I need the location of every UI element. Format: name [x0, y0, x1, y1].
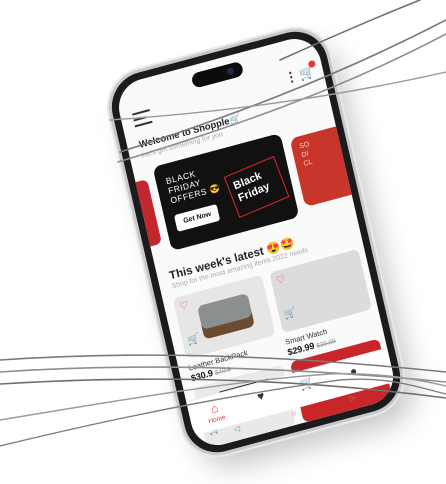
nav-favorites[interactable]: ♥	[240, 384, 282, 408]
cart-icon: 🛒	[298, 374, 316, 393]
cart-badge	[307, 59, 316, 69]
profile-icon: ●	[348, 363, 359, 379]
nav-home[interactable]: ⌂ Home	[194, 396, 238, 428]
heart-icon: ♥	[255, 388, 266, 404]
old-price: $39.99	[315, 337, 337, 350]
product-card[interactable]: ♡ 🛒 Leather BackPack $30.9$49.9	[172, 274, 281, 383]
heart-icon[interactable]: ♡	[275, 274, 286, 287]
phone-mockup: ⋮ 🛒 Welcome to Shopple🛒 Let's get someth…	[105, 24, 407, 460]
black-friday-logo: Black Friday	[223, 155, 290, 218]
more-options-icon[interactable]: ⋮	[283, 68, 299, 86]
old-price: $49.9	[214, 365, 232, 377]
promo-banner-next[interactable]: SO DI CL	[289, 123, 364, 208]
add-to-cart-icon[interactable]: 🛒	[186, 333, 201, 347]
product-card[interactable]: ♡ 🛒 Smart Watch $29.99$39.99	[269, 248, 377, 357]
promo-banner-prev[interactable]	[121, 179, 162, 251]
heart-icon[interactable]: ♡	[179, 300, 190, 313]
hamburger-menu-icon[interactable]	[132, 109, 153, 131]
phone-screen: ⋮ 🛒 Welcome to Shopple🛒 Let's get someth…	[113, 32, 399, 452]
nav-cart[interactable]: 🛒	[286, 372, 328, 396]
recent-apps-icon[interactable]: ▷	[349, 393, 357, 403]
banner-text: BLACK FRIDAY OFFERS 😎	[165, 163, 221, 205]
nav-profile[interactable]: ●	[333, 359, 375, 383]
back-icon[interactable]: ◁	[233, 424, 241, 434]
home-icon: ⌂	[209, 400, 220, 417]
home-circle-icon[interactable]: ○	[291, 409, 298, 419]
add-to-cart-icon[interactable]: 🛒	[283, 307, 298, 321]
get-now-button[interactable]: Get Now	[173, 203, 221, 232]
